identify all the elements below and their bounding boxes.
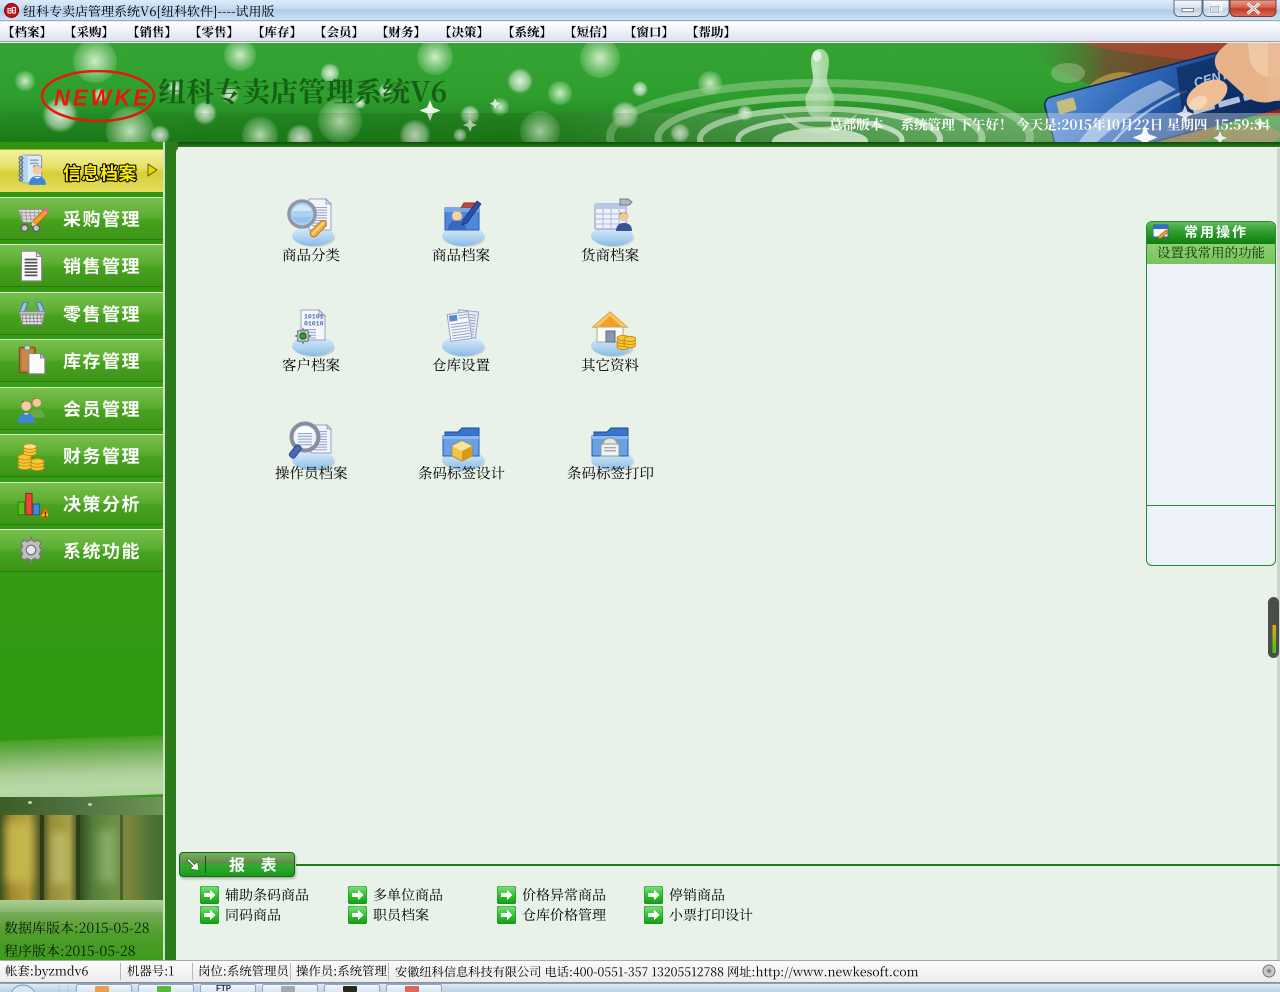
svg-text:10101: 10101: [304, 314, 324, 321]
svg-text:01010: 01010: [304, 321, 324, 328]
